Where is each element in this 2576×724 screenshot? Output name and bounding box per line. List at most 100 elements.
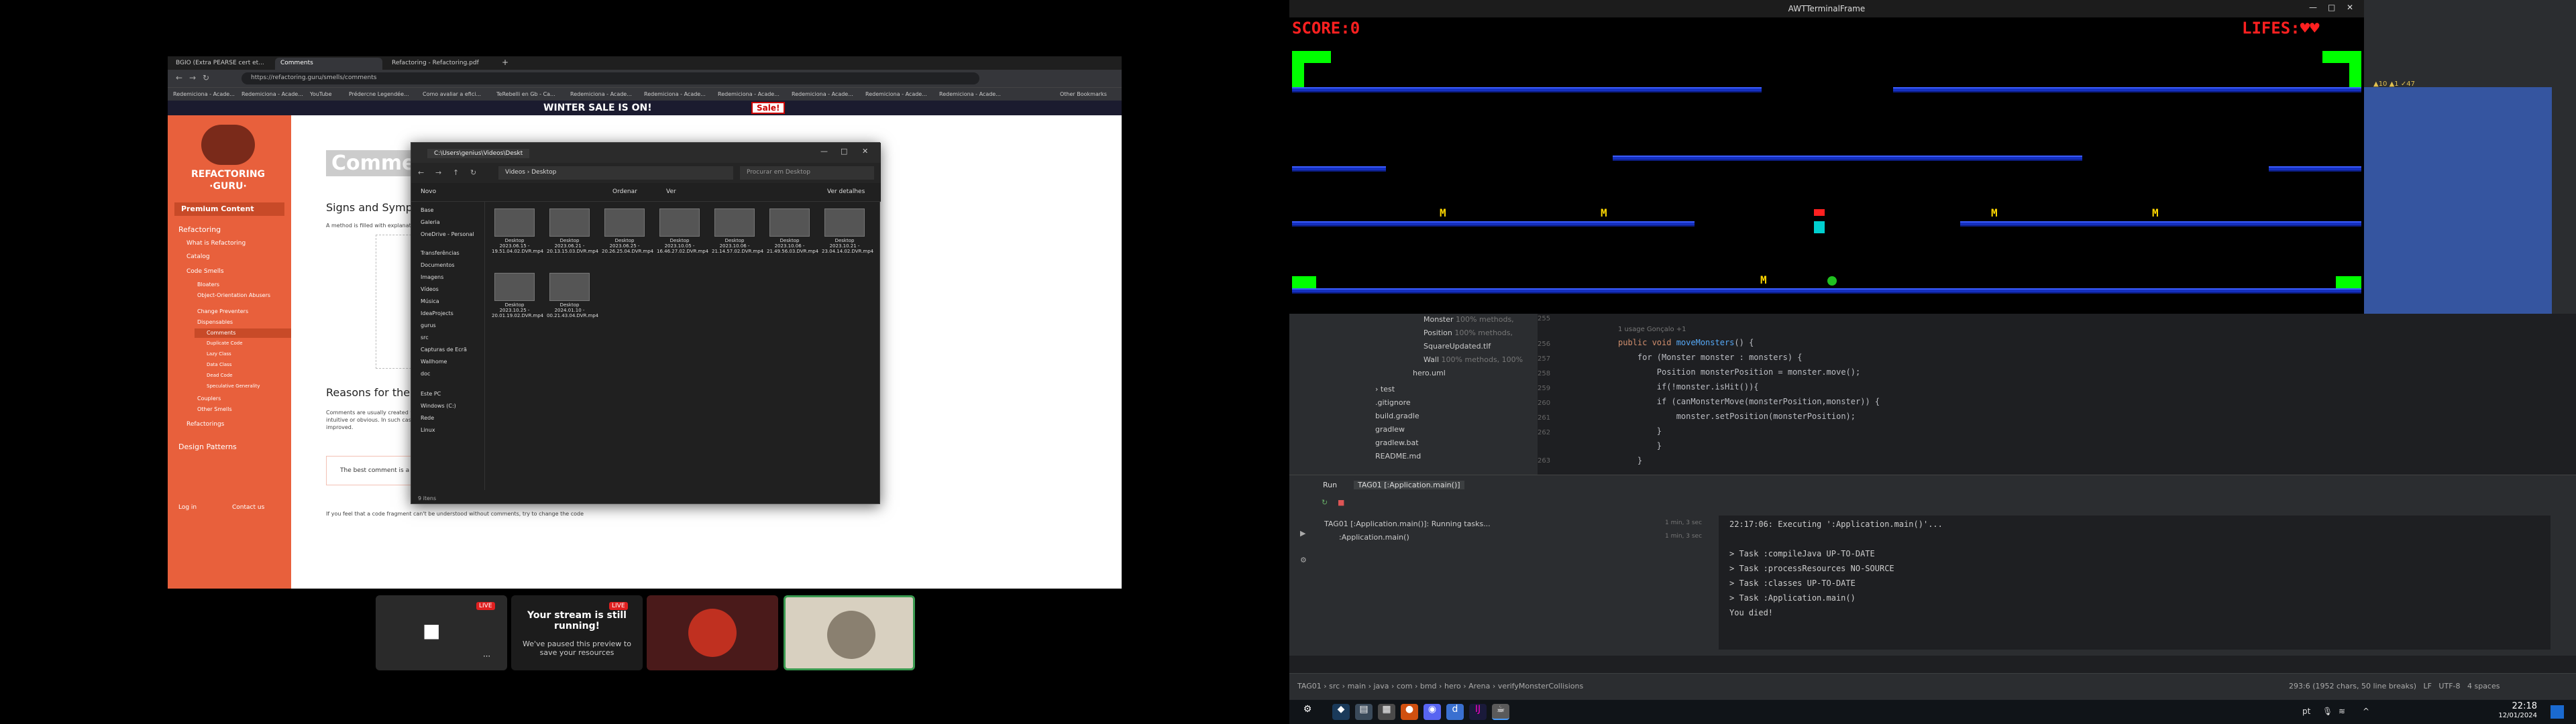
bookmark[interactable]: Redemiciona - Acade... bbox=[792, 91, 853, 97]
stream-paused-tile[interactable]: LIVE Your stream is still running! We've… bbox=[511, 595, 643, 670]
nav-item[interactable]: Vídeos bbox=[421, 286, 439, 292]
video-file[interactable]: Desktop 2023.06.25 - 20.26.25.04.DVR.mp4 bbox=[602, 208, 653, 254]
bookmark[interactable]: YouTube bbox=[310, 91, 332, 97]
tree-item-file[interactable]: gradlew.bat bbox=[1375, 438, 1419, 447]
other-bookmarks[interactable]: Other Bookmarks bbox=[1060, 91, 1107, 97]
nav-change-preventers[interactable]: Change Preventers bbox=[197, 308, 248, 314]
nav-item[interactable]: Galeria bbox=[421, 219, 440, 225]
nav-what-is-refactoring[interactable]: What is Refactoring bbox=[186, 240, 246, 247]
nav-speculative-generality[interactable]: Speculative Generality bbox=[207, 383, 260, 389]
video-file[interactable]: Desktop 2023.10.25 - 20.01.19.02.DVR.mp4 bbox=[492, 273, 543, 318]
run-icon[interactable]: ▶ bbox=[1300, 529, 1305, 538]
intellij-icon[interactable]: IJ bbox=[1469, 704, 1487, 720]
nav-design-patterns[interactable]: Design Patterns bbox=[178, 442, 237, 451]
clock-time[interactable]: 22:18 bbox=[2497, 701, 2537, 711]
start-menu-icon[interactable]: ⚙ bbox=[1299, 704, 1316, 720]
app-icon[interactable]: ▤ bbox=[1355, 704, 1373, 720]
logo-text[interactable]: REFACTORING bbox=[181, 169, 275, 180]
nav-item[interactable]: gurus bbox=[421, 322, 436, 328]
maximize-icon[interactable]: □ bbox=[2328, 3, 2335, 12]
bookmark[interactable]: Redemiciona - Acade... bbox=[241, 91, 303, 97]
wifi-icon[interactable]: ≋ bbox=[2339, 707, 2345, 716]
video-file[interactable]: Desktop 2023.10.21 - 23.04.14.02.DVR.mp4 bbox=[822, 208, 873, 254]
browser-tab[interactable]: BGIO (Extra PEARSE cert et... bbox=[170, 58, 271, 70]
tree-item-file[interactable]: README.md bbox=[1375, 452, 1421, 461]
clock-date[interactable]: 12/01/2024 bbox=[2483, 712, 2537, 719]
explorer-tab[interactable]: C:\Users\genius\Videos\Deskt bbox=[427, 149, 530, 158]
close-icon[interactable]: ✕ bbox=[2347, 3, 2353, 12]
video-file[interactable]: Desktop 2023.10.06 - 21.49.56.03.DVR.mp4 bbox=[767, 208, 818, 254]
nav-item[interactable]: Rede bbox=[421, 415, 434, 421]
tree-item-file[interactable]: SquareUpdated.tlf bbox=[1424, 342, 1491, 351]
tray-chevron-icon[interactable]: ^ bbox=[2363, 707, 2369, 716]
nav-data-class[interactable]: Data Class bbox=[207, 362, 231, 367]
avatar-tile[interactable] bbox=[647, 595, 778, 670]
contact-link[interactable]: Contact us bbox=[232, 504, 264, 511]
nav-catalog[interactable]: Catalog bbox=[186, 253, 210, 260]
chevron-right-icon[interactable]: › bbox=[1375, 385, 1378, 394]
debug-icon[interactable]: ⚙ bbox=[1300, 556, 1307, 564]
video-file[interactable]: Desktop 2024.01.10 - 00.21.43.04.DVR.mp4 bbox=[547, 273, 598, 318]
nav-item[interactable]: Música bbox=[421, 298, 439, 304]
discord-icon[interactable]: ◉ bbox=[1424, 704, 1441, 720]
console-output[interactable]: 22:17:06: Executing ':Application.main()… bbox=[1719, 516, 2551, 650]
forward-icon[interactable]: → bbox=[189, 73, 196, 82]
nav-item[interactable]: Documentos bbox=[421, 262, 455, 268]
address-bar[interactable]: https://refactoring.guru/smells/comments bbox=[241, 72, 979, 84]
path-bar[interactable]: Videos › Desktop bbox=[498, 166, 733, 180]
stream-tile[interactable]: ■ LIVE ⋯ bbox=[376, 595, 507, 670]
tree-item-file[interactable]: .gitignore bbox=[1375, 398, 1411, 407]
tree-item-file[interactable]: gradlew bbox=[1375, 425, 1405, 434]
up-icon[interactable]: ↑ bbox=[453, 168, 459, 177]
cursor-status[interactable]: 293:6 (1952 chars, 50 line breaks) LF UT… bbox=[2289, 682, 2500, 690]
nav-bloaters[interactable]: Bloaters bbox=[197, 282, 219, 288]
nav-refactoring[interactable]: Refactoring bbox=[178, 225, 221, 234]
nav-oo-abusers[interactable]: Object-Orientation Abusers bbox=[197, 292, 278, 298]
more-icon[interactable]: ⋯ bbox=[483, 652, 490, 660]
run-tree-item[interactable]: TAG01 [:Application.main()]: Running tas… bbox=[1324, 520, 1491, 528]
java-app-icon[interactable]: ☕ bbox=[1492, 704, 1509, 720]
nav-duplicate-code[interactable]: Duplicate Code bbox=[207, 341, 243, 346]
nav-item[interactable]: Linux bbox=[421, 427, 435, 433]
login-link[interactable]: Log in bbox=[178, 504, 197, 511]
back-icon[interactable]: ← bbox=[176, 73, 182, 82]
promo-banner[interactable]: WINTER SALE IS ON! Sale! bbox=[168, 101, 1122, 115]
nav-item[interactable]: Transferências bbox=[421, 250, 460, 256]
video-file[interactable]: Desktop 2023.06.21 - 20.13.15.03.DVR.mp4 bbox=[547, 208, 598, 254]
bookmark[interactable]: Redemiciona - Acade... bbox=[173, 91, 235, 97]
nav-lazy-class[interactable]: Lazy Class bbox=[207, 351, 231, 357]
bookmark[interactable]: Redemiciona - Acade... bbox=[718, 91, 780, 97]
forward-icon[interactable]: → bbox=[435, 168, 441, 177]
avatar-tile-selected[interactable] bbox=[784, 595, 915, 670]
firefox-icon[interactable]: ● bbox=[1401, 704, 1418, 720]
tree-item-class[interactable]: Position 100% methods, bbox=[1424, 328, 1513, 337]
back-icon[interactable]: ← bbox=[418, 168, 424, 177]
minimize-icon[interactable]: — bbox=[820, 147, 828, 156]
bookmark[interactable]: Redemiciona - Acade... bbox=[865, 91, 927, 97]
file-manager-icon[interactable]: ▦ bbox=[1378, 704, 1395, 720]
app-icon[interactable]: ◆ bbox=[1332, 704, 1350, 720]
nav-couplers[interactable]: Couplers bbox=[197, 396, 221, 402]
language-indicator[interactable]: pt bbox=[2302, 707, 2310, 716]
microphone-icon[interactable]: 🎙 bbox=[2322, 707, 2332, 716]
path-segment[interactable]: Videos bbox=[505, 169, 525, 176]
nav-item[interactable]: OneDrive - Personal bbox=[421, 231, 474, 237]
bookmark[interactable]: Redemiciona - Acade... bbox=[644, 91, 706, 97]
search-input[interactable]: Procurar em Desktop bbox=[740, 166, 874, 180]
browser-tab-active[interactable]: Comments bbox=[275, 58, 382, 70]
nav-item[interactable]: Imagens bbox=[421, 274, 443, 280]
nav-item[interactable]: IdeaProjects bbox=[421, 310, 453, 316]
run-config-tab[interactable]: TAG01 [:Application.main()] bbox=[1354, 481, 1464, 489]
bookmark[interactable]: Prédercne Legendée... bbox=[349, 91, 409, 97]
minimize-icon[interactable]: — bbox=[2309, 3, 2317, 12]
bookmark[interactable]: Redemiciona - Acade... bbox=[570, 91, 632, 97]
nav-item[interactable]: Capturas de Ecrã bbox=[421, 347, 467, 353]
code-editor[interactable]: 1 usage Gonçalo +1 255 256 257 258 259 2… bbox=[1538, 314, 2576, 475]
nav-refactorings[interactable]: Refactorings bbox=[186, 421, 224, 428]
stop-icon[interactable]: ■ bbox=[1338, 498, 1344, 507]
nav-item[interactable]: Este PC bbox=[421, 391, 441, 397]
tree-item-folder[interactable]: › test bbox=[1375, 385, 1395, 394]
nav-comments[interactable]: Comments bbox=[207, 330, 235, 336]
nav-item[interactable]: src bbox=[421, 335, 429, 341]
nav-item[interactable]: doc bbox=[421, 371, 430, 377]
